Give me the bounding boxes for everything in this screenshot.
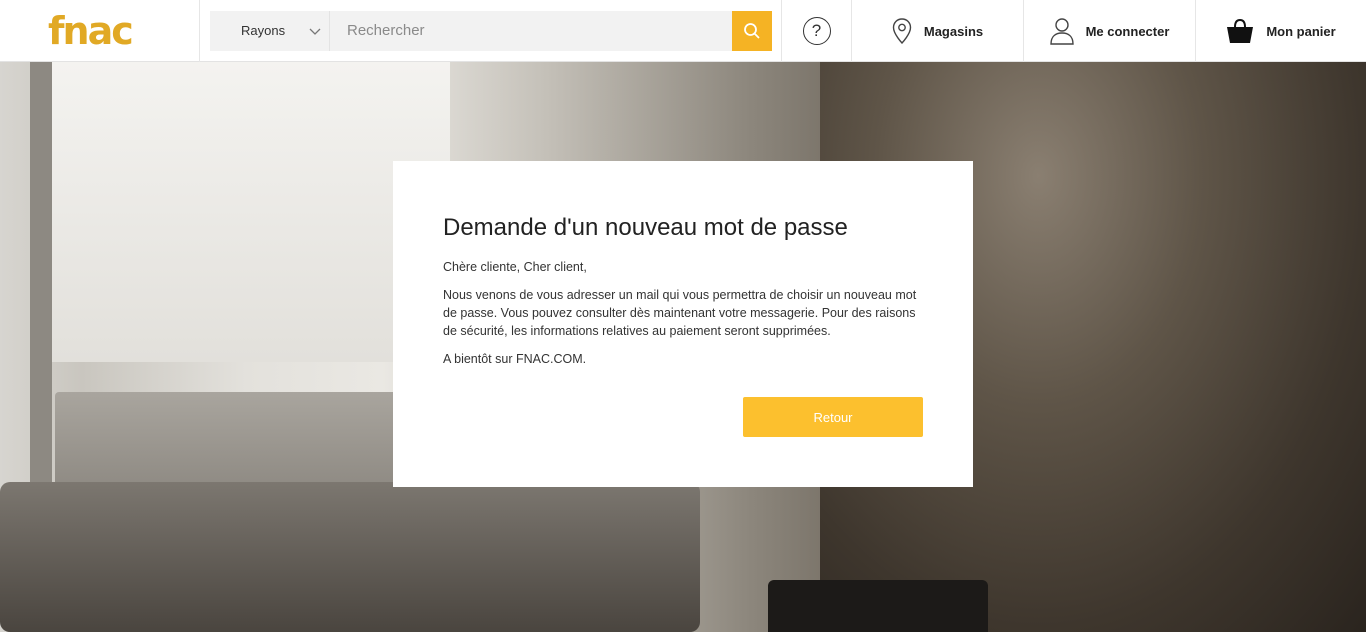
modal-title: Demande d'un nouveau mot de passe <box>443 214 848 241</box>
user-icon <box>1049 18 1074 45</box>
site-header: fnac Rayons ? Magasins Me connecter Mon … <box>0 0 1366 62</box>
search-bar: Rayons <box>210 10 772 51</box>
logo-container[interactable]: fnac <box>0 0 200 62</box>
login-label: Me connecter <box>1085 23 1170 39</box>
rayons-dropdown[interactable]: Rayons <box>210 10 330 51</box>
photo-window-frame <box>30 62 52 502</box>
modal-closing: A bientôt sur FNAC.COM. <box>443 352 587 366</box>
magasins-link[interactable]: Magasins <box>852 0 1024 62</box>
retour-button[interactable]: Retour <box>743 397 923 437</box>
login-link[interactable]: Me connecter <box>1024 0 1196 62</box>
magasins-label: Magasins <box>923 23 984 39</box>
cart-link[interactable]: Mon panier <box>1196 0 1366 62</box>
search-icon <box>744 22 760 39</box>
search-button[interactable] <box>732 10 772 51</box>
fnac-logo[interactable]: fnac <box>48 12 134 50</box>
shopping-basket-icon <box>1227 18 1254 43</box>
photo-laptop <box>0 482 700 632</box>
modal-greeting: Chère cliente, Cher client, <box>443 260 587 274</box>
cart-label: Mon panier <box>1266 23 1336 39</box>
help-symbol: ? <box>811 21 822 40</box>
photo-window <box>50 62 450 362</box>
search-input[interactable] <box>330 10 732 51</box>
help-button[interactable]: ? <box>781 0 852 62</box>
chevron-down-icon <box>309 28 321 35</box>
photo-phone <box>768 580 988 632</box>
password-reset-modal: Demande d'un nouveau mot de passe Chère … <box>393 161 973 487</box>
location-pin-icon <box>892 18 912 44</box>
rayons-label: Rayons <box>241 23 286 38</box>
modal-body: Nous venons de vous adresser un mail qui… <box>443 288 917 338</box>
help-icon: ? <box>802 17 831 45</box>
